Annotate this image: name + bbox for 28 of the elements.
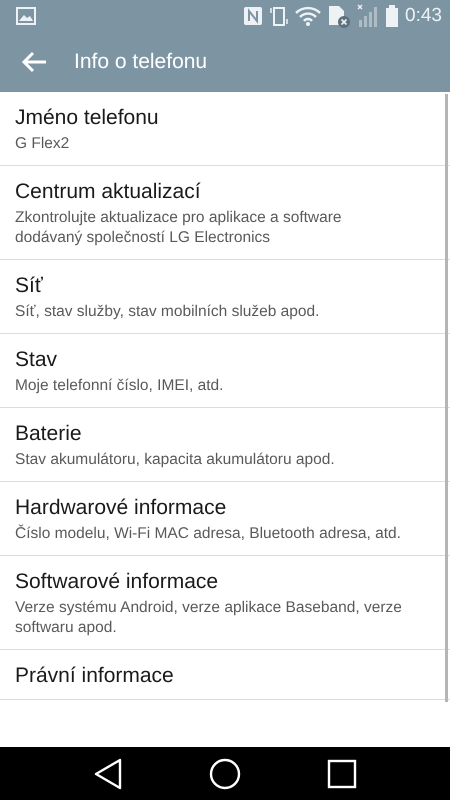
image-icon [16,7,36,25]
item-title: Centrum aktualizací [15,180,202,204]
item-subtitle: G Flex2 [15,134,70,154]
item-title: Baterie [15,422,83,446]
recents-icon[interactable] [327,758,357,788]
sim-error-icon [327,4,352,28]
item-title: Stav [15,348,58,372]
item-title: Softwarové informace [15,570,220,594]
item-subtitle: Síť, stav služby, stav mobilních služeb apod. [15,302,320,322]
item-title: Síť [15,274,44,298]
item-subtitle: Moje telefonní číslo, IMEI, atd. [15,376,224,396]
back-arrow-icon[interactable] [20,50,48,74]
vibrate-icon [269,5,290,27]
screen-title: Info o telefonu [74,50,208,74]
item-subtitle: Zkontrolujte aktualizace pro aplikace a software dodávaný společností LG Electronics [15,208,343,248]
item-title: Právní informace [15,664,175,688]
item-subtitle: Stav akumulátoru, kapacita akumulátoru apod. [15,450,336,470]
item-subtitle: Verze systému Android, verze aplikace Baseband, verze softwaru apod. [15,598,403,638]
item-subtitle: Číslo modelu, Wi-Fi MAC adresa, Bluetooth adresa, atd. [15,524,402,544]
home-icon[interactable] [209,758,241,790]
signal-icon [357,4,380,28]
item-title: Hardwarové informace [15,496,228,520]
back-icon[interactable] [93,758,123,790]
nfc-icon [243,6,264,26]
battery-icon [385,4,400,28]
clock: 0:43 [405,5,442,27]
wifi-icon [295,6,322,26]
item-title: Jméno telefonu [15,106,160,130]
